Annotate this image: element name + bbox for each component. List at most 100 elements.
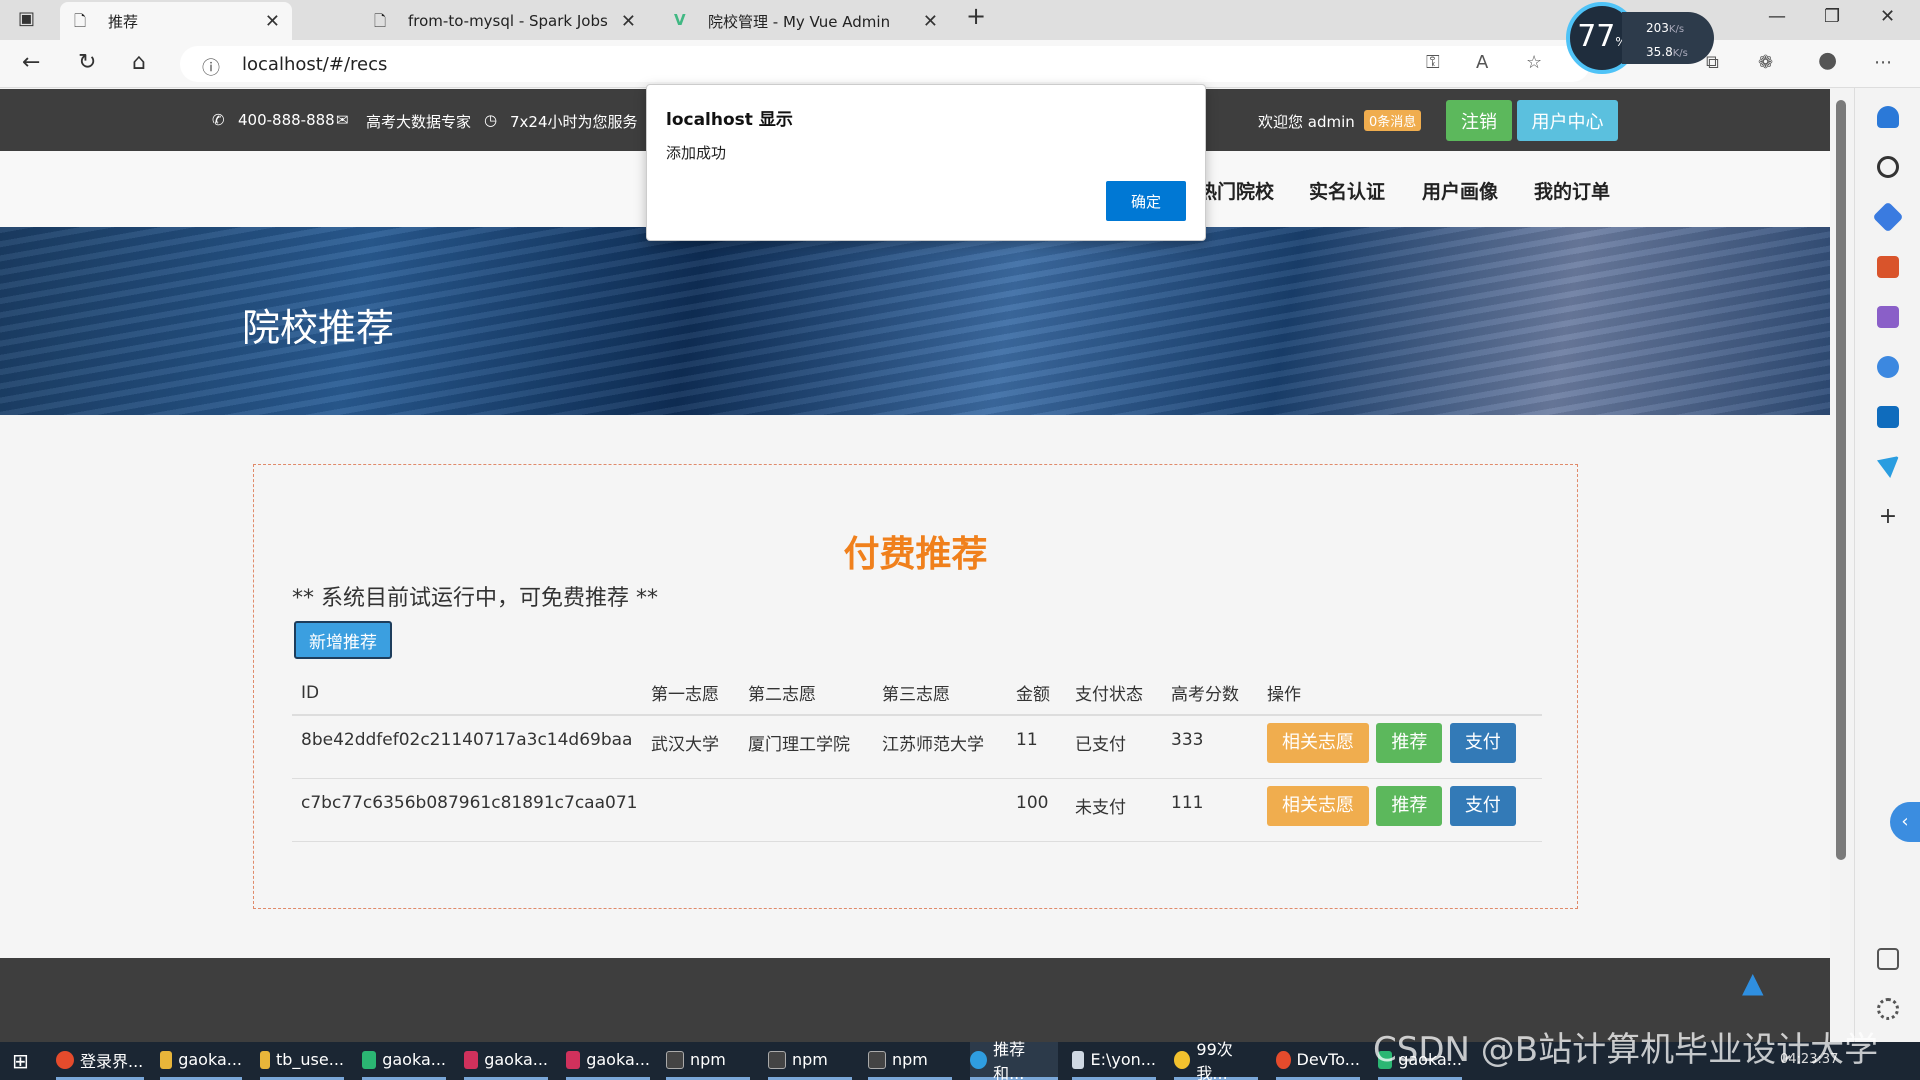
taskbar-label: gaoka... — [382, 1050, 446, 1069]
related-choices-button[interactable]: 相关志愿 — [1267, 723, 1369, 763]
taskbar-item[interactable]: npm — [768, 1042, 852, 1080]
new-tab-icon[interactable]: + — [966, 2, 986, 30]
upload-speed: 203 — [1646, 21, 1669, 35]
start-icon[interactable]: ⊞ — [12, 1042, 29, 1080]
tab-label: 推荐 — [108, 12, 139, 31]
send-icon[interactable] — [1877, 456, 1899, 478]
more-icon[interactable]: ⋯ — [1874, 52, 1892, 73]
nav-my-orders[interactable]: 我的订单 — [1534, 177, 1610, 204]
taskbar-item[interactable]: 推荐 和... — [970, 1040, 1058, 1080]
search-icon[interactable] — [1877, 156, 1899, 178]
edge-icon — [970, 1050, 988, 1069]
key-icon[interactable]: ⚿ — [1426, 52, 1440, 73]
logout-button[interactable]: 注销 — [1446, 100, 1512, 141]
taskbar-item[interactable]: tb_use... — [260, 1042, 344, 1080]
cell-actions: 相关志愿 推荐 支付 — [1258, 778, 1542, 842]
window-close-icon[interactable]: ✕ — [1880, 6, 1895, 27]
recommend-button[interactable]: 推荐 — [1376, 723, 1443, 763]
nav-user-portrait[interactable]: 用户画像 — [1422, 177, 1498, 204]
column-header: 高考分数 — [1162, 671, 1258, 716]
taskbar-label: npm — [792, 1050, 828, 1069]
cell-amount: 100 — [1007, 778, 1066, 842]
upload-unit: K/s — [1668, 24, 1685, 35]
cell-id: 8be42ddfef02c21140717a3c14d69baa — [292, 715, 642, 779]
home-icon[interactable]: ⌂ — [132, 50, 146, 75]
screenshot-icon[interactable] — [1877, 948, 1899, 970]
recommend-table: ID 第一志愿 第二志愿 第三志愿 金额 支付状态 高考分数 操作 8be42d — [292, 671, 1542, 842]
taskbar-item[interactable]: gaoka... — [566, 1042, 650, 1080]
nav-real-name-auth[interactable]: 实名认证 — [1309, 177, 1385, 204]
table-header-row: ID 第一志愿 第二志愿 第三志愿 金额 支付状态 高考分数 操作 — [292, 671, 1542, 716]
office-icon[interactable] — [1877, 356, 1899, 378]
related-choices-button[interactable]: 相关志愿 — [1267, 785, 1369, 826]
taskbar-label: 99次我... — [1196, 1039, 1233, 1080]
pay-button[interactable]: 支付 — [1449, 785, 1516, 826]
close-icon[interactable]: ✕ — [923, 11, 938, 32]
url-text[interactable]: localhost/#/recs — [242, 54, 387, 75]
pycharm-icon — [362, 1050, 377, 1069]
slogan: 高考大数据专家 — [366, 113, 472, 131]
read-aloud-icon[interactable]: A — [1476, 52, 1488, 73]
dialog-message: 添加成功 — [666, 144, 727, 162]
restore-icon[interactable]: ❐ — [1824, 6, 1840, 27]
clock-icon: ◷ — [484, 111, 498, 129]
page-scrollbar[interactable] — [1836, 100, 1846, 860]
tab-vue-admin[interactable]: V 院校管理 - My Vue Admin ✕ — [660, 2, 950, 40]
banner-title: 院校推荐 — [242, 306, 395, 350]
taskbar-item[interactable]: gaoka... — [160, 1042, 242, 1080]
close-icon[interactable]: ✕ — [621, 11, 636, 32]
cell-pay-status: 未支付 — [1066, 778, 1162, 842]
column-header: ID — [292, 671, 642, 716]
cell-id: c7bc77c6356b087961c81891c7caa071 — [292, 778, 642, 842]
back-icon[interactable]: ← — [22, 50, 40, 75]
terminal-icon — [666, 1050, 684, 1069]
taskbar-item[interactable]: DevTo... — [1276, 1042, 1360, 1080]
games-icon[interactable] — [1877, 306, 1899, 328]
taskbar-label: tb_use... — [275, 1050, 344, 1069]
add-recommend-button[interactable]: 新增推荐 — [294, 621, 392, 659]
terminal-icon — [868, 1050, 886, 1069]
taskbar-item[interactable]: gaoka... — [464, 1042, 548, 1080]
add-icon[interactable]: + — [1877, 506, 1899, 528]
nav-hot-schools[interactable]: 热门院校 — [1198, 177, 1274, 204]
performance-widget: 77% 203K/s 35.8K/s — [1566, 2, 1716, 74]
messages-badge[interactable]: 0条消息 — [1364, 110, 1422, 131]
taskbar-item[interactable]: npm — [666, 1042, 750, 1080]
tab-recs[interactable]: 🗋 推荐 ✕ — [60, 2, 292, 40]
screen: ▣ 🗋 推荐 ✕ 🗋 from-to-mysql - Spark Jobs ✕ … — [0, 0, 1920, 1080]
cpu-value: 77 — [1577, 19, 1616, 54]
bell-icon[interactable] — [1877, 106, 1899, 128]
column-header: 金额 — [1007, 671, 1066, 716]
url-box[interactable]: ⓘ localhost/#/recs — [180, 46, 1590, 82]
mail-icon: ✉ — [336, 111, 349, 129]
user-center-button[interactable]: 用户中心 — [1517, 100, 1618, 141]
recommend-button[interactable]: 推荐 — [1376, 785, 1443, 826]
taskbar-item[interactable]: gaoka... — [362, 1042, 446, 1080]
minimize-icon[interactable]: — — [1768, 6, 1786, 27]
pay-button[interactable]: 支付 — [1449, 723, 1516, 763]
taskbar-label: gaoka... — [586, 1050, 650, 1069]
idea-icon — [464, 1050, 479, 1069]
tag-icon[interactable] — [1872, 201, 1904, 233]
taskbar-item[interactable]: npm — [868, 1042, 952, 1080]
dialog-ok-button[interactable]: 确定 — [1106, 181, 1186, 221]
settings-icon[interactable] — [1877, 998, 1899, 1020]
taskbar-item[interactable]: E:\yon... — [1072, 1042, 1156, 1080]
hero-banner: 院校推荐 — [0, 227, 1830, 415]
tab-actions-icon[interactable]: ▣ — [18, 8, 35, 29]
taskbar-item[interactable]: 登录界... — [56, 1042, 144, 1080]
idea-icon — [566, 1050, 581, 1069]
extensions-icon[interactable]: ❁ — [1758, 52, 1773, 73]
close-icon[interactable]: ✕ — [265, 11, 280, 32]
download-speed: 35.8 — [1646, 45, 1673, 59]
outlook-icon[interactable] — [1877, 406, 1899, 428]
taskbar-label: E:\yon... — [1090, 1050, 1156, 1069]
profile-icon[interactable]: ● — [1818, 48, 1837, 73]
info-icon[interactable]: ⓘ — [202, 54, 220, 80]
back-to-top-icon[interactable]: ▲ — [1742, 966, 1764, 999]
refresh-icon[interactable]: ↻ — [78, 50, 96, 75]
taskbar-item[interactable]: 99次我... — [1174, 1040, 1258, 1080]
toolbox-icon[interactable] — [1877, 256, 1899, 278]
tab-spark-jobs[interactable]: 🗋 from-to-mysql - Spark Jobs ✕ — [360, 2, 648, 40]
favorite-icon[interactable]: ☆ — [1526, 52, 1542, 73]
